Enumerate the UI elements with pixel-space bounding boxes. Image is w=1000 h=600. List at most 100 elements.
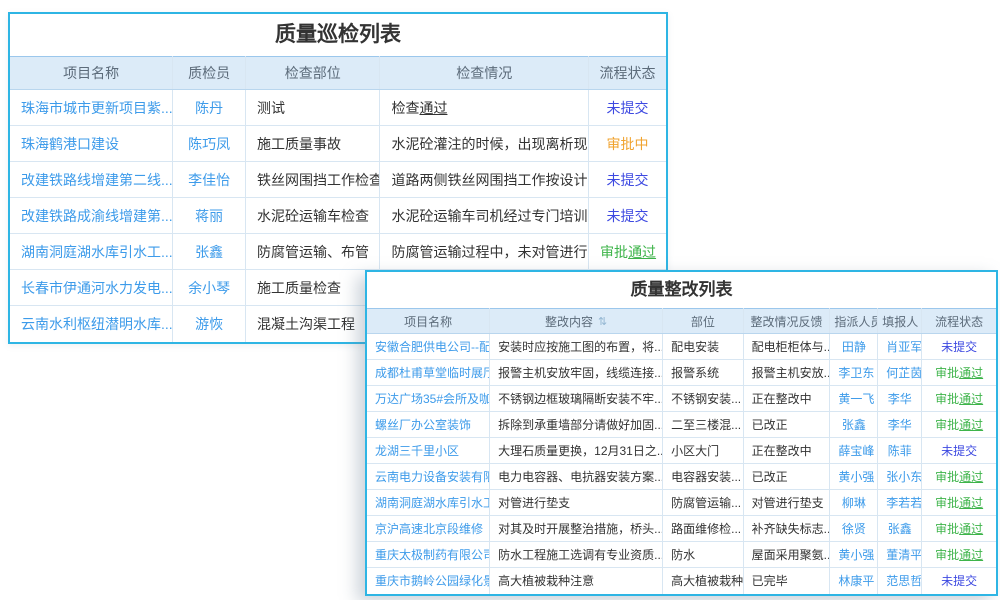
cell-text: 补齐缺失标志... <box>743 516 830 542</box>
project-link[interactable]: 重庆市鹅岭公园绿化景观提升... <box>375 574 490 588</box>
person-link[interactable]: 黄小强 <box>838 548 874 562</box>
cell-text: 安装时应按施工图的布置，将... <box>490 334 663 360</box>
person-link[interactable]: 张鑫 <box>842 418 866 432</box>
cell-name: 李若若 <box>878 490 922 516</box>
project-link[interactable]: 珠海鹤港口建设 <box>21 136 119 152</box>
cell-name: 薛宝峰 <box>830 438 878 464</box>
cell-name: 蒋丽 <box>173 198 246 234</box>
project-link[interactable]: 湖南洞庭湖水库引水工... <box>21 244 173 260</box>
person-link[interactable]: 蒋丽 <box>195 208 223 224</box>
cell-name: 张鑫 <box>173 234 246 270</box>
cell-status: 审批通过 <box>922 464 996 490</box>
cell-text: 屋面采用聚氨... <box>743 542 830 568</box>
person-link[interactable]: 薛宝峰 <box>838 444 874 458</box>
table-row: 湖南洞庭湖水库引水工程施工标对管进行垫支防腐管运输...对管进行垫支柳琳李若若审… <box>367 490 996 516</box>
column-label: 流程状态 <box>935 315 983 329</box>
project-link[interactable]: 龙湖三千里小区 <box>375 444 459 458</box>
cell-text: 二至三楼混... <box>663 412 744 438</box>
column-header: 流程状态 <box>922 309 996 334</box>
cell-text: 拆除到承重墙部分请做好加固... <box>490 412 663 438</box>
project-link[interactable]: 万达广场35#会所及咖啡厅空... <box>375 392 490 406</box>
person-link[interactable]: 陈菲 <box>888 444 912 458</box>
person-link[interactable]: 李卫东 <box>838 366 874 380</box>
cell-link: 成都杜甫草堂临时展厅独立展... <box>367 360 490 386</box>
cell-text: 防腐管运输、布管 <box>246 234 380 270</box>
cell-text: 正在整改中 <box>743 386 830 412</box>
project-link[interactable]: 重庆太极制药有限公司亳州中... <box>375 548 490 562</box>
person-link[interactable]: 张鑫 <box>888 522 912 536</box>
person-link[interactable]: 黄小强 <box>838 470 874 484</box>
cell-text: 已完毕 <box>752 574 788 588</box>
rectification-table: 项目名称整改内容⇅部位整改情况反馈指派人员填报人流程状态 安徽合肥供电公司--配… <box>367 308 996 594</box>
cell-link: 改建铁路成渝线增建第... <box>10 198 173 234</box>
person-link[interactable]: 黄一飞 <box>838 392 874 406</box>
project-link[interactable]: 改建铁路线增建第二线... <box>21 172 173 188</box>
project-link[interactable]: 改建铁路成渝线增建第... <box>21 208 173 224</box>
person-link[interactable]: 李华 <box>888 418 912 432</box>
project-link[interactable]: 螺丝厂办公室装饰 <box>375 418 471 432</box>
person-link[interactable]: 范思哲 <box>886 574 922 588</box>
cell-text: 对其及时开展整治措施，桥头... <box>498 522 662 536</box>
column-header[interactable]: 整改内容⇅ <box>490 309 663 334</box>
cell-link: 珠海鹤港口建设 <box>10 126 173 162</box>
cell-link: 重庆太极制药有限公司亳州中... <box>367 542 490 568</box>
person-link[interactable]: 徐贤 <box>842 522 866 536</box>
cell-status: 审批通过 <box>922 386 996 412</box>
person-link[interactable]: 柳琳 <box>842 496 866 510</box>
person-link[interactable]: 何芷茵 <box>886 366 922 380</box>
status-text: 审批通过 <box>935 496 983 510</box>
project-link[interactable]: 云南电力设备安装有限公司20... <box>375 470 490 484</box>
table-row: 成都杜甫草堂临时展厅独立展...报警主机安放牢固，线缆连接...报警系统报警主机… <box>367 360 996 386</box>
cell-text: 正在整改中 <box>743 438 830 464</box>
person-link[interactable]: 董清平 <box>886 548 922 562</box>
cell-name: 黄小强 <box>830 464 878 490</box>
table-row: 万达广场35#会所及咖啡厅空...不锈钢边框玻璃隔断安装不牢...不锈钢安装..… <box>367 386 996 412</box>
person-link[interactable]: 陈丹 <box>195 100 223 116</box>
person-link[interactable]: 林康平 <box>838 574 874 588</box>
cell-status: 审批通过 <box>922 516 996 542</box>
cell-name: 李佳怡 <box>173 162 246 198</box>
cell-name: 余小琴 <box>173 270 246 306</box>
cell-text: 不锈钢安装... <box>671 392 741 406</box>
column-label: 检查部位 <box>285 65 341 81</box>
project-link[interactable]: 长春市伊通河水力发电... <box>21 280 173 296</box>
cell-text: 不锈钢安装... <box>663 386 744 412</box>
table-row: 改建铁路成渝线增建第...蒋丽水泥砼运输车检查水泥砼运输车司机经过专门培训...… <box>10 198 666 234</box>
project-link[interactable]: 成都杜甫草堂临时展厅独立展... <box>375 366 490 380</box>
person-link[interactable]: 张小东 <box>886 470 922 484</box>
cell-text: 水泥砼运输车检查 <box>246 198 380 234</box>
person-link[interactable]: 李佳怡 <box>188 172 230 188</box>
person-link[interactable]: 张鑫 <box>195 244 223 260</box>
person-link[interactable]: 李若若 <box>886 496 922 510</box>
cell-link: 京沪高速北京段维修 <box>367 516 490 542</box>
project-link[interactable]: 京沪高速北京段维修 <box>375 522 483 536</box>
column-header: 检查情况 <box>380 57 589 90</box>
cell-name: 陈巧凤 <box>173 126 246 162</box>
cell-text: 混凝土沟渠工程 <box>246 306 380 342</box>
cell-name: 董清平 <box>878 542 922 568</box>
project-link[interactable]: 安徽合肥供电公司--配电设备... <box>375 340 490 354</box>
person-link[interactable]: 肖亚军 <box>886 340 922 354</box>
person-link[interactable]: 陈巧凤 <box>188 136 230 152</box>
cell-name: 陈丹 <box>173 90 246 126</box>
person-link[interactable]: 余小琴 <box>188 280 230 296</box>
cell-text: 报警系统 <box>671 366 719 380</box>
project-link[interactable]: 云南水利枢纽潜明水库... <box>21 316 173 332</box>
project-link[interactable]: 湖南洞庭湖水库引水工程施工标 <box>375 496 490 510</box>
sort-icon[interactable]: ⇅ <box>598 315 607 328</box>
cell-name: 林康平 <box>830 568 878 594</box>
person-link[interactable]: 李华 <box>888 392 912 406</box>
column-header: 整改情况反馈 <box>743 309 830 334</box>
cell-text: 防水工程施工选调有专业资质... <box>498 548 662 562</box>
person-link[interactable]: 田静 <box>842 340 866 354</box>
column-label: 流程状态 <box>600 65 656 81</box>
project-link[interactable]: 珠海市城市更新项目紫... <box>21 100 173 116</box>
cell-status: 未提交 <box>922 334 996 360</box>
cell-text: 大理石质量更换，12月31日之... <box>498 444 662 458</box>
cell-status: 未提交 <box>589 90 666 126</box>
status-text: 未提交 <box>941 340 977 354</box>
inspection-table-title: 质量巡检列表 <box>10 14 666 56</box>
person-link[interactable]: 游恢 <box>195 316 223 332</box>
cell-text: 检查通过 <box>391 100 447 116</box>
cell-status: 未提交 <box>922 438 996 464</box>
